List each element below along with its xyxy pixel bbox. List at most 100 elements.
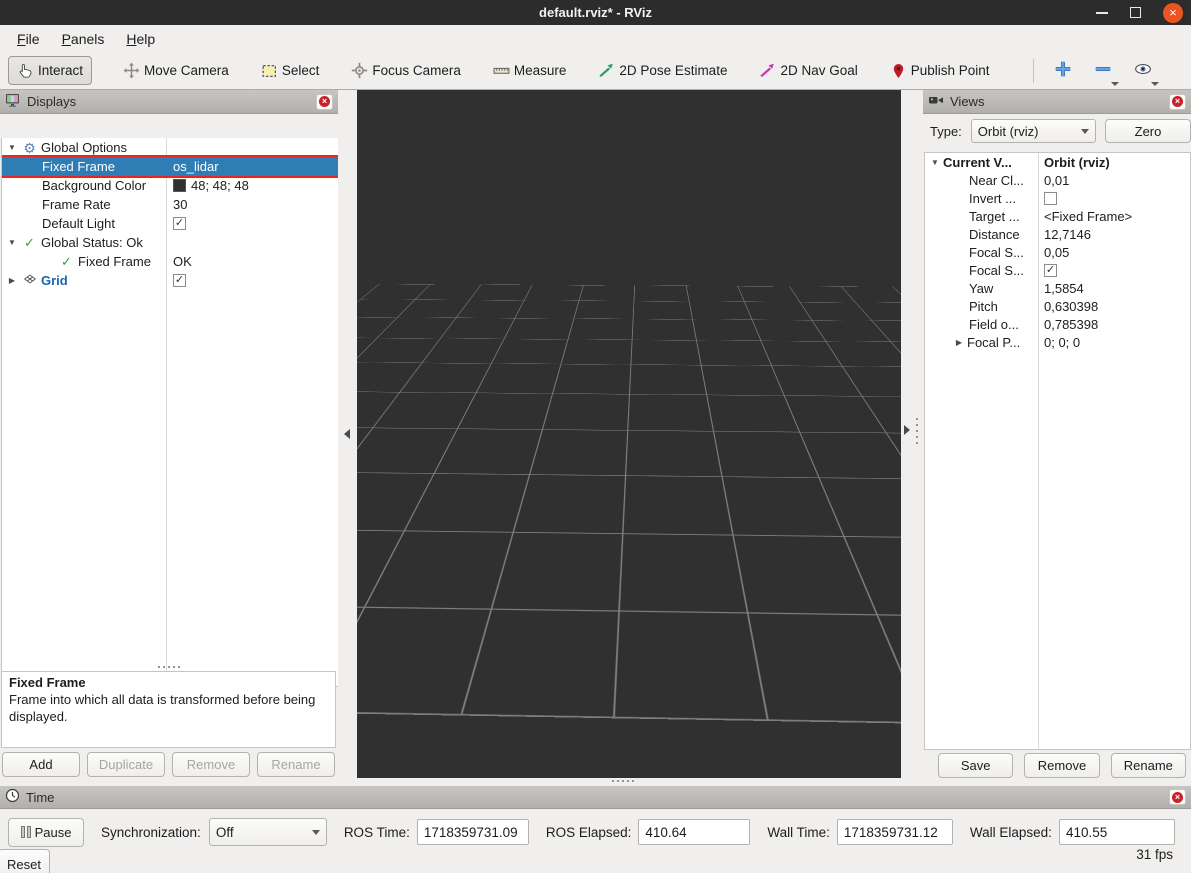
tree-row-focal-point[interactable]: ▶ Focal P... 0; 0; 0	[925, 333, 1190, 351]
close-panel-button[interactable]: ×	[1169, 94, 1186, 110]
tree-row-fixed-frame-status[interactable]: ✓ Fixed Frame OK	[2, 252, 338, 271]
tree-row-field-of-view[interactable]: Field o... 0,785398	[925, 315, 1190, 333]
row-value[interactable]: 1,5854	[1044, 281, 1084, 296]
tree-row-distance[interactable]: Distance 12,7146	[925, 225, 1190, 243]
tree-row-target-frame[interactable]: Target ... <Fixed Frame>	[925, 207, 1190, 225]
row-value[interactable]: 12,7146	[1044, 227, 1091, 242]
left-splitter[interactable]	[338, 90, 357, 778]
tool-2d-pose-estimate[interactable]: 2D Pose Estimate	[589, 56, 736, 85]
tree-row-near-clip[interactable]: Near Cl... 0,01	[925, 171, 1190, 189]
time-panel: Time × Pause Synchronization: Off ROS Ti…	[0, 785, 1191, 873]
views-panel-header[interactable]: Views ×	[923, 90, 1191, 114]
checkbox[interactable]	[1044, 192, 1057, 205]
time-panel-header[interactable]: Time ×	[0, 786, 1191, 809]
tool-2d-nav-goal[interactable]: 2D Nav Goal	[750, 56, 866, 85]
tool-publish-point[interactable]: Publish Point	[881, 56, 999, 85]
remove-button[interactable]: Remove	[172, 752, 250, 777]
viewport[interactable]	[357, 90, 901, 778]
tool-interact[interactable]: Interact	[8, 56, 92, 85]
tool-label: Publish Point	[911, 63, 990, 78]
save-button[interactable]: Save	[938, 753, 1013, 778]
ros-time-field[interactable]: 1718359731.09	[417, 819, 529, 845]
row-value[interactable]: 0; 0; 0	[1044, 335, 1080, 350]
color-swatch[interactable]	[173, 179, 186, 192]
splitter-handle[interactable]	[158, 666, 180, 668]
close-panel-button[interactable]: ×	[1169, 789, 1186, 805]
add-button[interactable]: Add	[2, 752, 80, 777]
row-value[interactable]: 0,630398	[1044, 299, 1098, 314]
tree-row-pitch[interactable]: Pitch 0,630398	[925, 297, 1190, 315]
menu-file[interactable]: File	[8, 28, 49, 50]
zero-button[interactable]: Zero	[1105, 119, 1191, 143]
tree-row-global-status[interactable]: ▼ ✓ Global Status: Ok	[2, 233, 338, 252]
row-label: Fixed Frame	[42, 159, 115, 174]
tree-row-grid[interactable]: ▶ Grid ✓	[2, 271, 338, 290]
row-value[interactable]: 0,01	[1044, 173, 1069, 188]
pause-button[interactable]: Pause	[8, 818, 84, 847]
expander-open-icon[interactable]: ▼	[6, 143, 18, 152]
splitter-handle[interactable]	[612, 780, 634, 782]
focus-camera-icon	[351, 62, 368, 79]
close-icon[interactable]: ×	[1163, 3, 1183, 23]
expander-open-icon[interactable]: ▼	[929, 158, 941, 167]
panel-title: Views	[950, 94, 984, 109]
menu-panels[interactable]: Panels	[53, 28, 114, 50]
grid-display-icon	[21, 272, 38, 289]
close-icon: ×	[1172, 96, 1183, 107]
expander-open-icon[interactable]: ▼	[6, 238, 18, 247]
row-value[interactable]: 0,785398	[1044, 317, 1098, 332]
tool-label: Focus Camera	[372, 63, 461, 78]
tree-row-focal-shape-fixed[interactable]: Focal S... ✓	[925, 261, 1190, 279]
collapse-right-icon[interactable]	[904, 425, 910, 435]
row-value[interactable]: 48; 48; 48	[191, 178, 249, 193]
column-divider[interactable]	[1038, 153, 1039, 749]
gear-icon: ⚙	[21, 141, 38, 155]
tree-row-yaw[interactable]: Yaw 1,5854	[925, 279, 1190, 297]
collapse-left-icon[interactable]	[344, 429, 350, 439]
tool-move-camera[interactable]: Move Camera	[114, 56, 238, 85]
wall-time-field[interactable]: 1718359731.12	[837, 819, 953, 845]
rename-button[interactable]: Rename	[257, 752, 335, 777]
wall-elapsed-field[interactable]: 410.55	[1059, 819, 1175, 845]
expander-closed-icon[interactable]: ▶	[953, 338, 965, 347]
displays-panel-header[interactable]: Displays ×	[0, 90, 338, 114]
close-panel-button[interactable]: ×	[316, 94, 333, 110]
add-tool-button[interactable]	[1048, 56, 1078, 85]
expander-closed-icon[interactable]: ▶	[6, 276, 18, 285]
row-value[interactable]: 0,05	[1044, 245, 1069, 260]
tree-row-fixed-frame[interactable]: Fixed Frame os_lidar	[2, 157, 338, 176]
view-type-select[interactable]: Orbit (rviz)	[971, 119, 1096, 143]
menu-help[interactable]: Help	[117, 28, 164, 50]
panel-title: Time	[26, 790, 54, 805]
maximize-icon[interactable]	[1130, 7, 1141, 18]
tree-row-default-light[interactable]: Default Light ✓	[2, 214, 338, 233]
remove-button[interactable]: Remove	[1024, 753, 1099, 778]
row-value[interactable]: <Fixed Frame>	[1044, 209, 1132, 224]
remove-tool-button[interactable]	[1088, 56, 1118, 85]
tree-row-frame-rate[interactable]: Frame Rate 30	[2, 195, 338, 214]
reset-button[interactable]: Reset	[0, 849, 50, 873]
tool-visibility-button[interactable]	[1128, 56, 1158, 85]
tool-focus-camera[interactable]: Focus Camera	[342, 56, 470, 85]
tree-row-current-view[interactable]: ▼ Current V... Orbit (rviz)	[925, 153, 1190, 171]
sync-select[interactable]: Off	[209, 818, 327, 846]
tree-row-focal-shape-size[interactable]: Focal S... 0,05	[925, 243, 1190, 261]
checkbox[interactable]: ✓	[1044, 264, 1057, 277]
row-value: OK	[173, 254, 192, 269]
row-value[interactable]: 30	[173, 197, 187, 212]
checkbox[interactable]: ✓	[173, 274, 186, 287]
rename-button[interactable]: Rename	[1111, 753, 1186, 778]
tree-row-background-color[interactable]: Background Color 48; 48; 48	[2, 176, 338, 195]
right-splitter[interactable]	[901, 90, 923, 778]
tool-select[interactable]: Select	[252, 56, 329, 85]
tool-label: 2D Pose Estimate	[619, 63, 727, 78]
duplicate-button[interactable]: Duplicate	[87, 752, 165, 777]
tool-measure[interactable]: Measure	[484, 56, 576, 85]
checkbox[interactable]: ✓	[173, 217, 186, 230]
row-value[interactable]: os_lidar	[173, 159, 219, 174]
minimize-icon[interactable]	[1096, 12, 1108, 14]
ros-elapsed-field[interactable]: 410.64	[638, 819, 750, 845]
tree-row-invert-z[interactable]: Invert ...	[925, 189, 1190, 207]
tree-row-global-options[interactable]: ▼ ⚙ Global Options	[2, 138, 338, 157]
splitter-handle[interactable]	[916, 418, 918, 448]
